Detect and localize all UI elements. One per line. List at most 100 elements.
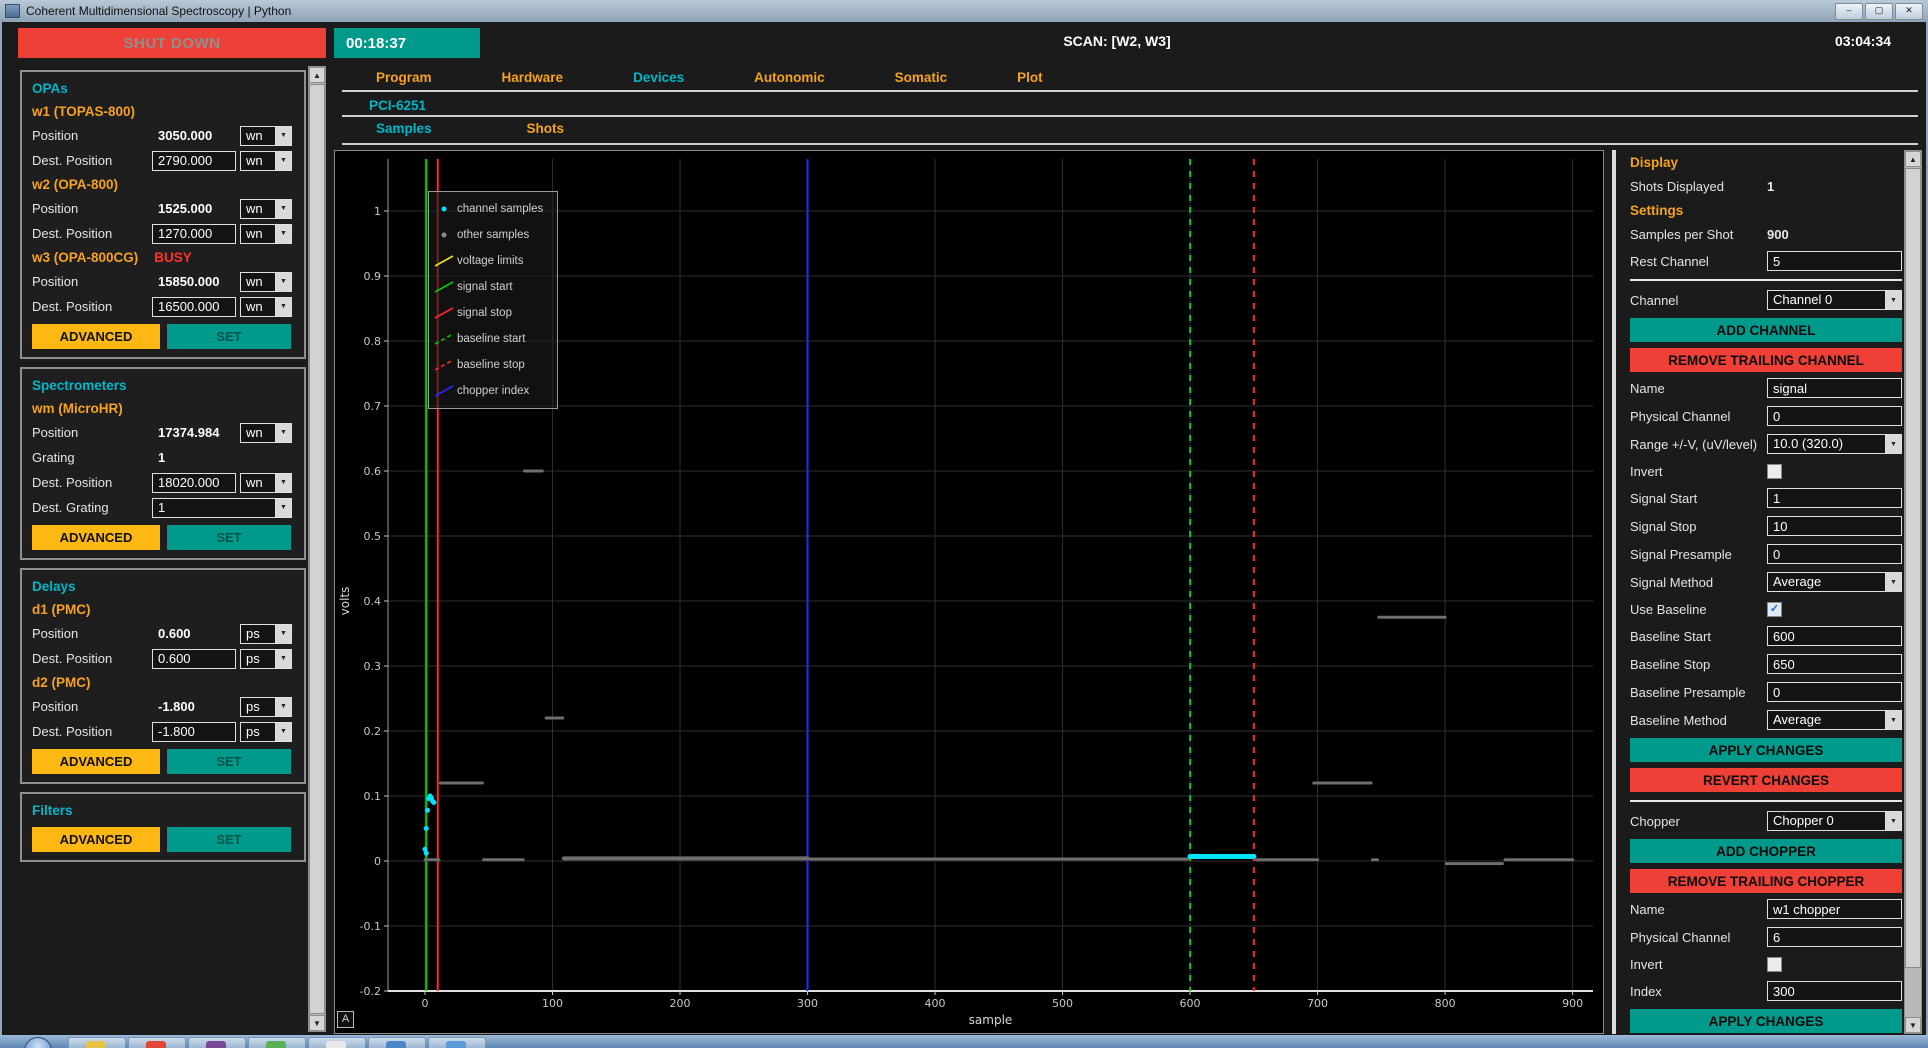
physical-channel-input[interactable] <box>1767 406 1902 426</box>
chevron-down-icon[interactable]: ▼ <box>275 474 291 492</box>
chopper-select[interactable]: Chopper 0▼ <box>1767 811 1902 831</box>
set-button[interactable]: SET <box>167 525 291 550</box>
chevron-down-icon[interactable]: ▼ <box>1885 573 1901 591</box>
remove-trailing-channel-button[interactable]: REMOVE TRAILING CHANNEL <box>1630 348 1902 372</box>
unit-dropdown[interactable]: wn▼ <box>240 199 292 219</box>
chevron-down-icon[interactable]: ▼ <box>275 698 291 716</box>
minimize-icon[interactable]: – <box>1835 3 1863 20</box>
taskbar-item-media-player[interactable] <box>128 1037 186 1048</box>
chevron-down-icon[interactable]: ▼ <box>275 273 291 291</box>
dest-grating-select[interactable]: 1▼ <box>152 498 292 518</box>
dest-position-input[interactable] <box>152 151 236 171</box>
dest-position-input[interactable] <box>152 297 236 317</box>
tab-autonomic[interactable]: Autonomic <box>754 70 825 85</box>
taskbar-item-documents[interactable] <box>428 1037 486 1048</box>
set-button[interactable]: SET <box>167 324 291 349</box>
close-icon[interactable]: ✕ <box>1895 3 1923 20</box>
dest-position-input[interactable] <box>152 224 236 244</box>
physical-channel-input[interactable] <box>1767 927 1902 947</box>
baseline-start-input[interactable] <box>1767 626 1902 646</box>
signal-method-select[interactable]: Average▼ <box>1767 572 1902 592</box>
chevron-down-icon[interactable]: ▼ <box>275 424 291 442</box>
revert-changes-button[interactable]: REVERT CHANGES <box>1630 768 1902 792</box>
unit-dropdown[interactable]: ps▼ <box>240 697 292 717</box>
tab-plot[interactable]: Plot <box>1017 70 1043 85</box>
taskbar-item-folder[interactable] <box>68 1037 126 1048</box>
chevron-down-icon[interactable]: ▼ <box>275 200 291 218</box>
remove-trailing-chopper-button[interactable]: REMOVE TRAILING CHOPPER <box>1630 869 1902 893</box>
scroll-down-icon[interactable]: ▼ <box>309 1015 325 1031</box>
range-v-uv-level-select[interactable]: 10.0 (320.0)▼ <box>1767 434 1902 454</box>
baseline-stop-input[interactable] <box>1767 654 1902 674</box>
channel-select[interactable]: Channel 0▼ <box>1767 290 1902 310</box>
tab-shots[interactable]: Shots <box>527 121 565 136</box>
advanced-button[interactable]: ADVANCED <box>32 525 160 550</box>
taskbar-item-browser[interactable] <box>368 1037 426 1048</box>
advanced-button[interactable]: ADVANCED <box>32 827 160 852</box>
chevron-down-icon[interactable]: ▼ <box>275 127 291 145</box>
chevron-down-icon[interactable]: ▼ <box>275 625 291 643</box>
tab-devices[interactable]: Devices <box>633 70 684 85</box>
chevron-down-icon[interactable]: ▼ <box>1885 711 1901 729</box>
taskbar-item-editor[interactable] <box>188 1037 246 1048</box>
advanced-button[interactable]: ADVANCED <box>32 324 160 349</box>
index-input[interactable] <box>1767 981 1902 1001</box>
chevron-down-icon[interactable]: ▼ <box>1885 291 1901 309</box>
dest-position-input[interactable] <box>152 473 236 493</box>
scroll-up-icon[interactable]: ▲ <box>1905 151 1921 167</box>
invert-checkbox[interactable] <box>1767 957 1782 972</box>
auto-range-button[interactable]: A <box>337 1011 354 1028</box>
unit-dropdown[interactable]: wn▼ <box>240 272 292 292</box>
scroll-down-icon[interactable]: ▼ <box>1905 1017 1921 1033</box>
unit-dropdown[interactable]: wn▼ <box>240 126 292 146</box>
unit-dropdown[interactable]: ps▼ <box>240 624 292 644</box>
baseline-method-select[interactable]: Average▼ <box>1767 710 1902 730</box>
unit-dropdown[interactable]: wn▼ <box>240 297 292 317</box>
samples-plot[interactable]: 10.90.80.70.60.50.40.30.20.10-0.1-0.2010… <box>334 150 1604 1034</box>
add-chopper-button[interactable]: ADD CHOPPER <box>1630 839 1902 863</box>
settings-scrollbar[interactable]: ▲ ▼ <box>1904 150 1922 1034</box>
taskbar-item-messenger[interactable] <box>248 1037 306 1048</box>
name-input[interactable] <box>1767 378 1902 398</box>
shut-down-button[interactable]: SHUT DOWN <box>18 28 326 58</box>
unit-dropdown[interactable]: ps▼ <box>240 722 292 742</box>
chevron-down-icon[interactable]: ▼ <box>275 298 291 316</box>
baseline-presample-input[interactable] <box>1767 682 1902 702</box>
tab-program[interactable]: Program <box>376 70 432 85</box>
rest-channel-input[interactable] <box>1767 251 1902 271</box>
sidebar-scrollbar[interactable]: ▲ ▼ <box>308 66 326 1032</box>
invert-checkbox[interactable] <box>1767 464 1782 479</box>
chevron-down-icon[interactable]: ▼ <box>275 499 291 517</box>
unit-dropdown[interactable]: wn▼ <box>240 423 292 443</box>
tab-hardware[interactable]: Hardware <box>502 70 564 85</box>
use-baseline-checkbox[interactable]: ✓ <box>1767 602 1782 617</box>
chevron-down-icon[interactable]: ▼ <box>275 723 291 741</box>
apply-changes-button[interactable]: APPLY CHANGES <box>1630 1009 1902 1033</box>
maximize-icon[interactable]: ▢ <box>1865 3 1893 20</box>
chevron-down-icon[interactable]: ▼ <box>1885 812 1901 830</box>
tab-somatic[interactable]: Somatic <box>895 70 948 85</box>
chevron-down-icon[interactable]: ▼ <box>275 225 291 243</box>
set-button[interactable]: SET <box>167 749 291 774</box>
taskbar[interactable] <box>0 1035 1928 1048</box>
unit-dropdown[interactable]: wn▼ <box>240 473 292 493</box>
signal-presample-input[interactable] <box>1767 544 1902 564</box>
chevron-down-icon[interactable]: ▼ <box>275 152 291 170</box>
tab-device-pci-6251[interactable]: PCI-6251 <box>369 98 426 113</box>
apply-changes-button[interactable]: APPLY CHANGES <box>1630 738 1902 762</box>
tab-samples[interactable]: Samples <box>376 121 432 136</box>
dest-position-input[interactable] <box>152 722 236 742</box>
scrollbar-thumb[interactable] <box>309 84 325 1014</box>
taskbar-item-notes[interactable] <box>308 1037 366 1048</box>
unit-dropdown[interactable]: wn▼ <box>240 224 292 244</box>
chevron-down-icon[interactable]: ▼ <box>275 650 291 668</box>
set-button[interactable]: SET <box>167 827 291 852</box>
signal-start-input[interactable] <box>1767 488 1902 508</box>
advanced-button[interactable]: ADVANCED <box>32 749 160 774</box>
signal-stop-input[interactable] <box>1767 516 1902 536</box>
scrollbar-thumb[interactable] <box>1905 168 1921 968</box>
unit-dropdown[interactable]: wn▼ <box>240 151 292 171</box>
name-input[interactable] <box>1767 899 1902 919</box>
dest-position-input[interactable] <box>152 649 236 669</box>
scroll-up-icon[interactable]: ▲ <box>309 67 325 83</box>
